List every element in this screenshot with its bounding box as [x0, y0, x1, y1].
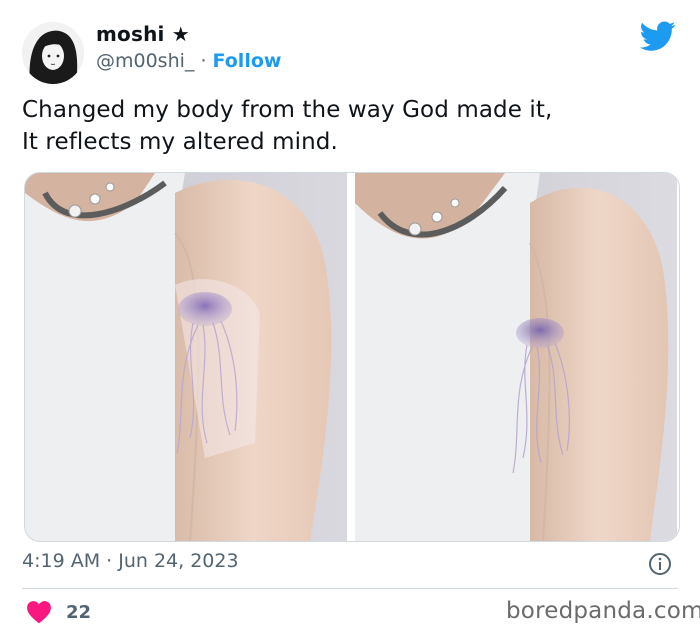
avatar-image — [22, 22, 84, 84]
tweet-text-line: It reflects my altered mind. — [22, 129, 338, 155]
author-handle[interactable]: @m00shi_ — [96, 50, 194, 72]
watermark: boredpanda.com — [506, 598, 700, 624]
like-count[interactable]: 22 — [66, 602, 91, 623]
info-icon[interactable] — [648, 552, 672, 576]
author-display-name[interactable]: moshi ★ — [96, 22, 190, 46]
tweet-text: Changed my body from the way God made it… — [22, 94, 682, 158]
author-avatar[interactable] — [22, 22, 84, 84]
twitter-bird-icon[interactable] — [640, 18, 676, 54]
divider — [22, 588, 678, 589]
handle-separator: · — [200, 50, 207, 72]
tweet-photo-left[interactable] — [25, 173, 347, 541]
tweet-text-line: Changed my body from the way God made it… — [22, 97, 553, 123]
tweet-timestamp[interactable]: 4:19 AM · Jun 24, 2023 — [22, 550, 239, 572]
tweet-media-grid — [24, 172, 680, 542]
tweet-photo-right[interactable] — [355, 173, 677, 541]
author-handle-row: @m00shi_ · Follow — [96, 50, 281, 72]
heart-icon[interactable] — [26, 600, 52, 624]
follow-button[interactable]: Follow — [213, 50, 282, 72]
